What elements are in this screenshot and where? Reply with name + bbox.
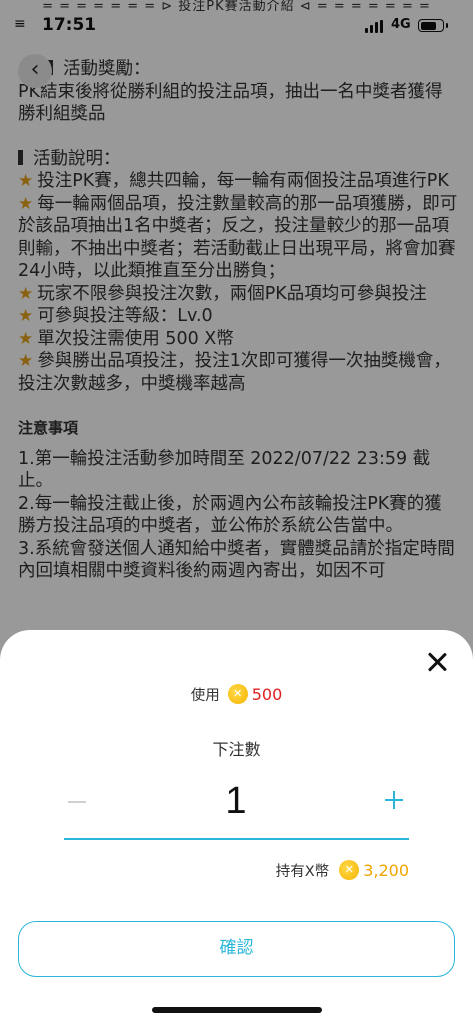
home-indicator (152, 1007, 322, 1013)
bet-bottom-sheet: 使用 500 下注數 1 持有X幣 3,200 確認 (0, 630, 473, 1024)
balance-label: 持有X幣 (275, 864, 330, 880)
x-coin-icon (227, 684, 248, 704)
increase-quantity-button[interactable] (385, 790, 405, 810)
cost-amount: 500 (251, 685, 283, 704)
balance-amount: 3,200 (363, 861, 409, 880)
quantity-title: 下注數 (212, 740, 261, 759)
quantity-value[interactable]: 1 (186, 778, 286, 824)
decrease-quantity-button[interactable] (68, 786, 88, 816)
cost-row: 使用 500 (0, 684, 473, 705)
balance-row: 持有X幣 3,200 (276, 860, 409, 881)
close-icon[interactable] (425, 650, 449, 674)
quantity-underline (64, 838, 409, 840)
cost-label: 使用 (190, 688, 220, 704)
x-coin-icon (339, 860, 360, 880)
confirm-button[interactable]: 確認 (18, 921, 455, 977)
